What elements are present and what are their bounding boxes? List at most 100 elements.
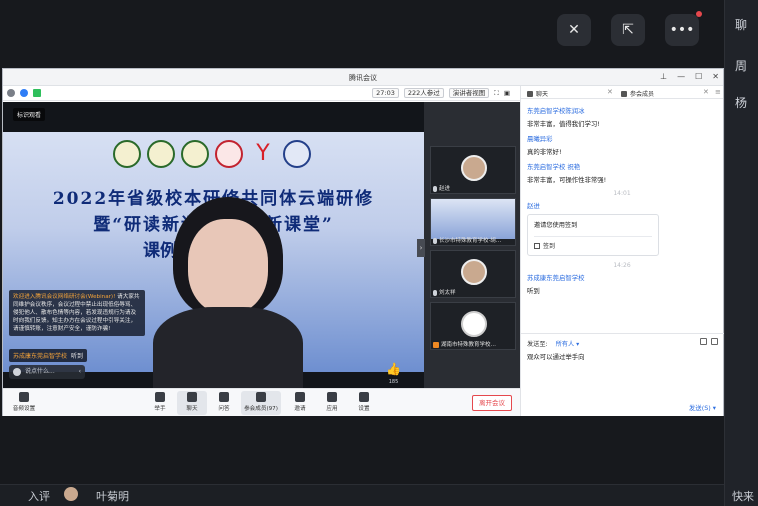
chat-button[interactable]: 聊天 xyxy=(177,391,207,415)
members-icon xyxy=(256,392,266,402)
participant-name: 赵进 xyxy=(439,186,451,192)
file-icon[interactable] xyxy=(700,338,707,345)
like-count: 185 xyxy=(388,379,399,385)
close-icon[interactable]: ✕ xyxy=(712,72,719,81)
chevron-left-icon[interactable]: ‹ xyxy=(79,365,81,379)
share-icon[interactable]: ⇱ xyxy=(611,14,645,46)
send-button[interactable]: 发送(S) ▾ xyxy=(689,403,716,412)
school-logos: Y xyxy=(113,140,311,168)
menu-icon[interactable]: ≡ xyxy=(715,88,721,96)
screenshot-icon[interactable] xyxy=(711,338,718,345)
mic-icon xyxy=(433,185,437,192)
send-label: 发送(S) xyxy=(688,404,711,412)
more-icon[interactable]: ••• xyxy=(665,11,702,46)
notice-head: 欢迎进入腾讯会议网络研讨会(Webinar)! xyxy=(13,294,116,300)
maximize-icon[interactable]: ☐ xyxy=(695,72,702,81)
mic-icon xyxy=(433,341,439,348)
apps-button[interactable]: 应用 xyxy=(317,392,347,412)
speaker-icon xyxy=(19,392,29,402)
invite-label: 邀请 xyxy=(294,406,306,412)
members-icon xyxy=(621,91,627,97)
participant-name: 长沙市特殊教育学校·胡… xyxy=(439,238,502,244)
speaker-video xyxy=(153,197,303,388)
thumbs-up-icon[interactable]: 👍 xyxy=(386,362,401,376)
chat-sender[interactable]: 赵进 xyxy=(527,201,717,210)
mic-off-icon[interactable]: ✕ xyxy=(557,14,591,46)
chat-panel: 聊天 ✕ 参会成员 ✕ ≡ 东莞启智学校陈润冰 非常丰富，值得我们学习! 晨曦异… xyxy=(520,86,724,416)
info-icon[interactable] xyxy=(7,89,15,97)
participant-thumb[interactable]: 长沙市特殊教育学校·胡… xyxy=(430,198,516,246)
shield-icon[interactable] xyxy=(20,89,28,97)
strip-left-text: 入评 xyxy=(28,490,50,503)
chat-label: 聊天 xyxy=(186,406,198,412)
duration: 27:03 xyxy=(372,88,399,98)
school-logo xyxy=(283,140,311,168)
chat-input[interactable]: 观众可以通过举手向 xyxy=(527,352,585,361)
leave-meeting-button[interactable]: 离开会议 xyxy=(472,395,512,411)
host-right-rail: 聊 周 杨 xyxy=(724,0,758,506)
danmu-input[interactable]: 说点什么... ‹ xyxy=(9,365,85,379)
chat-messages: 东莞启智学校陈润冰 非常丰富，值得我们学习! 晨曦异彩 真的非常好! 东莞启智学… xyxy=(527,103,717,295)
chat-compose: 发送至: 所有人 ▾ 观众可以通过举手向 发送(S) ▾ xyxy=(521,333,724,416)
chat-sender[interactable]: 苏成康东莞启智学校 xyxy=(527,273,717,282)
recipient-select[interactable]: 所有人 ▾ xyxy=(556,341,580,348)
participant-thumb[interactable]: 湖南市特殊教育学校… xyxy=(430,302,516,350)
collapse-thumbs-button[interactable]: › xyxy=(417,239,425,257)
chat-sender[interactable]: 晨曦异彩 xyxy=(527,134,717,143)
danmu-sender: 苏成康东莞启智学校 xyxy=(13,353,68,360)
rail-text: 周 xyxy=(735,59,748,73)
qa-button[interactable]: 问答 xyxy=(209,392,239,412)
chat-sender[interactable]: 东莞启智学校 祝艳 xyxy=(527,162,717,171)
send-to-row: 发送至: 所有人 ▾ xyxy=(527,339,579,348)
close-icon[interactable]: ✕ xyxy=(703,88,709,96)
mic-icon xyxy=(433,289,437,296)
tab-members[interactable]: 参会成员 xyxy=(621,89,654,98)
close-icon[interactable]: ✕ xyxy=(607,88,613,96)
tab-chat[interactable]: 聊天 xyxy=(527,89,548,98)
tab-members-label: 参会成员 xyxy=(630,91,655,98)
chat-icon xyxy=(527,91,533,97)
send-to-label: 发送至: xyxy=(527,341,548,348)
raise-hand-button[interactable]: 举手 xyxy=(145,392,175,412)
meeting-window: 腾讯会议 ⊥ — ☐ ✕ 27:03 222人参过 演讲者视图 ⛶ ▣ 标识观看 xyxy=(2,68,724,416)
view-mode-select[interactable]: 演讲者视图 xyxy=(448,88,490,98)
fullscreen-icon[interactable]: ⛶ xyxy=(494,89,499,98)
chat-text: 听到 xyxy=(527,287,540,295)
meeting-notice: 欢迎进入腾讯会议网络研讨会(Webinar)! 请大家共同维护会议秩序，会议过程… xyxy=(9,290,145,336)
participant-count[interactable]: 222人参过 xyxy=(403,88,444,98)
members-button[interactable]: 参会成员(97) xyxy=(241,391,281,415)
pin-icon[interactable]: ⊥ xyxy=(660,72,667,81)
signal-icon[interactable] xyxy=(33,89,41,97)
question-icon xyxy=(219,392,229,402)
main-video[interactable]: 标识观看 Y 2022年省级校本研修共同体云端研修 暨“研读新课标 构建新课堂”… xyxy=(3,102,424,388)
layout-icon[interactable]: ▣ xyxy=(504,89,510,97)
share-tag[interactable]: 标识观看 xyxy=(13,108,46,121)
participant-thumb[interactable]: 赵进 xyxy=(430,146,516,194)
chat-text: 真的非常好! xyxy=(527,148,562,156)
chat-sender[interactable]: 东莞启智学校陈润冰 xyxy=(527,106,717,115)
chat-text: 非常丰富，可操作性非常强! xyxy=(527,176,607,184)
notification-dot xyxy=(696,11,702,17)
avatar xyxy=(64,487,78,501)
minimize-icon[interactable]: — xyxy=(677,72,685,81)
hand-icon xyxy=(155,392,165,402)
host-toolbar: ✕ ⇱ ••• xyxy=(557,11,702,46)
participant-name: 刘太祥 xyxy=(439,290,456,296)
audio-settings-button[interactable]: 音频设置 xyxy=(7,392,41,412)
settings-label: 设置 xyxy=(358,406,370,412)
sign-in-button[interactable]: 签到 xyxy=(534,241,652,250)
school-logo xyxy=(215,140,243,168)
window-titlebar: 腾讯会议 ⊥ — ☐ ✕ xyxy=(3,69,723,86)
sign-in-title: 邀请您使用签到 xyxy=(534,222,578,229)
apps-icon xyxy=(327,392,337,402)
invite-button[interactable]: 邀请 xyxy=(285,392,315,412)
school-logo xyxy=(181,140,209,168)
emoji-icon[interactable] xyxy=(13,368,21,376)
like-button[interactable]: 👍 185 xyxy=(386,362,401,387)
settings-button[interactable]: 设置 xyxy=(349,392,379,412)
sign-in-card: 邀请您使用签到 签到 xyxy=(527,214,659,256)
timestamp: 14:01 xyxy=(613,190,631,197)
danmu-message: 苏成康东莞启智学校 听到 xyxy=(9,349,87,362)
participant-thumb[interactable]: 刘太祥 xyxy=(430,250,516,298)
sign-in-label: 签到 xyxy=(543,243,556,250)
